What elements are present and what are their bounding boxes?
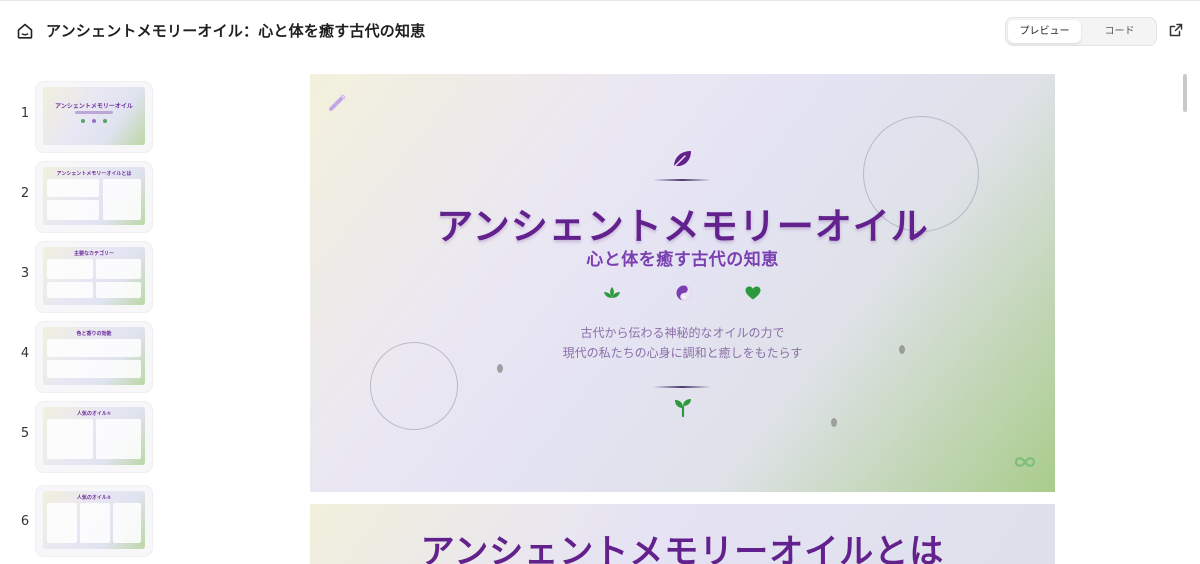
slide-thumbnail-6[interactable]: 人気のオイル②: [36, 486, 152, 556]
heart-icon: [745, 286, 761, 300]
tab-preview[interactable]: プレビュー: [1008, 20, 1081, 43]
thumbnail-row-3: 3 主要なカテゴリー: [0, 238, 160, 316]
slide-thumbnail-1[interactable]: アンシェントメモリーオイル: [36, 82, 152, 152]
slide-thumbnail-2[interactable]: アンシェントメモリーオイルとは: [36, 162, 152, 232]
vertical-scrollbar[interactable]: [1183, 74, 1187, 112]
thumbnail-preview: 人気のオイル①: [43, 407, 145, 465]
thumbnail-preview: アンシェントメモリーオイル: [43, 87, 145, 145]
thumbnail-dot: [103, 119, 107, 123]
leaf-icon: [673, 151, 691, 168]
slide-thumbnail-4[interactable]: 色と香りの効能: [36, 322, 152, 392]
external-link-icon[interactable]: [1168, 22, 1184, 38]
thumbnail-dot: [81, 119, 85, 123]
thumbnail-block: [113, 503, 141, 543]
slide-preview: アンシェントメモリーオイル 心と体を癒す古代の知恵 古代から伝わる神秘的なオイル…: [310, 74, 1055, 492]
thumbnail-block: [47, 282, 93, 298]
infinity-icon: [1014, 457, 1036, 467]
thumbnail-title: 人気のオイル①: [76, 411, 112, 417]
header-bar: アンシェントメモリーオイル：心と体を癒す古代の知恵 プレビュー コード: [0, 0, 1200, 62]
slide-description-line1: 古代から伝わる神秘的なオイルの力で: [580, 326, 785, 340]
thumbnail-line: [75, 111, 113, 114]
thumbnail-block: [47, 419, 93, 459]
sprout-icon: [675, 399, 691, 417]
thumbnail-block: [96, 419, 141, 459]
slide-thumbnail-5[interactable]: 人気のオイル①: [36, 402, 152, 472]
thumbnail-row-5: 5 人気のオイル①: [0, 398, 160, 476]
floating-dot: [497, 364, 503, 373]
thumbnail-title: 主要なカテゴリー: [73, 251, 114, 257]
thumbnail-block: [47, 259, 93, 279]
view-toggle: プレビュー コード: [1005, 17, 1157, 46]
divider-line: [653, 386, 711, 388]
thumbnail-block: [96, 282, 141, 298]
thumbnail-row-6: 6 人気のオイル②: [0, 478, 160, 556]
slide-thumbnail-3[interactable]: 主要なカテゴリー: [36, 242, 152, 312]
thumbnail-title: 色と香りの効能: [76, 331, 112, 337]
thumbnail-block: [96, 259, 141, 279]
next-slide-title: アンシェントメモリーオイルとは: [420, 532, 945, 564]
thumbnail-block: [47, 503, 77, 543]
thumbnail-block: [47, 179, 99, 197]
thumbnail-block: [47, 360, 141, 378]
page-title: アンシェントメモリーオイル：心と体を癒す古代の知恵: [46, 22, 426, 40]
home-icon[interactable]: [16, 22, 34, 40]
slide-title: アンシェントメモリーオイル: [436, 205, 929, 248]
thumbnail-block: [47, 339, 141, 357]
thumbnail-title: アンシェントメモリーオイル: [55, 103, 133, 110]
divider-line: [653, 179, 711, 181]
wand-icon: [329, 94, 346, 111]
thumbnail-preview: アンシェントメモリーオイルとは: [43, 167, 145, 225]
thumbnail-block: [80, 503, 110, 543]
next-slide-preview: アンシェントメモリーオイルとは: [310, 504, 1055, 564]
tab-code[interactable]: コード: [1083, 20, 1156, 43]
floating-dot: [831, 418, 837, 427]
thumbnail-row-4: 4 色と香りの効能: [0, 318, 160, 396]
thumbnail-title: 人気のオイル②: [76, 495, 112, 501]
thumbnail-preview: 人気のオイル②: [43, 491, 145, 549]
thumbnail-dot: [92, 119, 96, 123]
thumbnail-row-1: 1 アンシェントメモリーオイル: [0, 78, 160, 156]
thumbnail-block: [47, 200, 99, 220]
slide-description-line2: 現代の私たちの心身に調和と癒しをもたらす: [562, 346, 803, 360]
slide-thumbnail-list: 1 アンシェントメモリーオイル 2 アンシェントメモリーオイルとは 3 主要なカ…: [0, 74, 160, 556]
thumbnail-preview: 色と香りの効能: [43, 327, 145, 385]
thumbnail-block: [103, 179, 141, 220]
thumbnail-title: アンシェントメモリーオイルとは: [56, 171, 132, 177]
thumbnail-preview: 主要なカテゴリー: [43, 247, 145, 305]
yin-yang-icon: [676, 285, 692, 301]
thumbnail-row-2: 2 アンシェントメモリーオイルとは: [0, 158, 160, 236]
slide-subtitle: 心と体を癒す古代の知恵: [586, 250, 779, 270]
lotus-icon: [604, 287, 620, 298]
